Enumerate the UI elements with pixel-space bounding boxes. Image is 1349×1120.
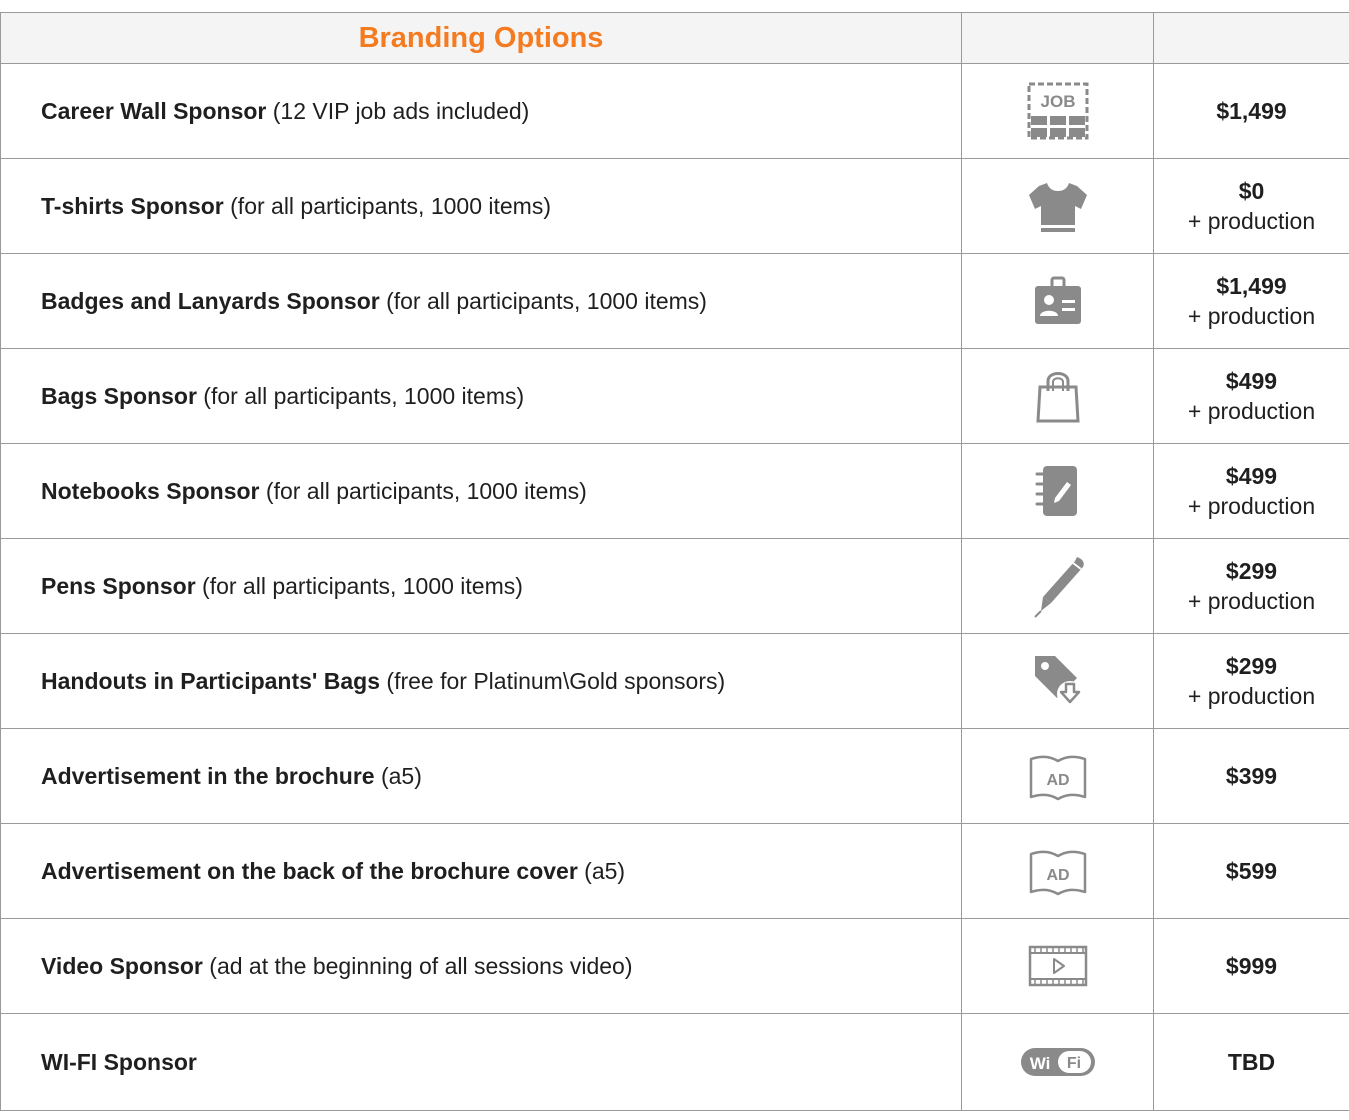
option-price: $499 + production: [1153, 348, 1349, 444]
option-description: Handouts in Participants' Bags (free for…: [0, 633, 962, 729]
option-detail: (a5): [374, 762, 422, 789]
ad-book-icon: AD: [961, 728, 1154, 824]
option-description: Career Wall Sponsor (12 VIP job ads incl…: [0, 63, 962, 159]
option-description: Pens Sponsor (for all participants, 1000…: [0, 538, 962, 634]
option-price: $999: [1153, 918, 1349, 1014]
option-price: $1,499 + production: [1153, 253, 1349, 349]
tag-download-icon: [961, 633, 1154, 729]
option-description: Advertisement on the back of the brochur…: [0, 823, 962, 919]
option-description: Badges and Lanyards Sponsor (for all par…: [0, 253, 962, 349]
bag-icon: [961, 348, 1154, 444]
option-name: Handouts in Participants' Bags: [41, 667, 381, 694]
option-description: Video Sponsor (ad at the beginning of al…: [0, 918, 962, 1014]
price-note: + production: [1187, 398, 1316, 424]
price-amount: $499: [1225, 463, 1278, 489]
price-amount: $1,499: [1216, 273, 1287, 299]
option-name: WI-FI Sponsor: [41, 1048, 197, 1075]
option-name: Career Wall Sponsor: [41, 97, 267, 124]
option-price: $1,499: [1153, 63, 1349, 159]
price-amount: $999: [1225, 953, 1278, 979]
table-header-row: Branding Options: [0, 12, 1349, 64]
price-amount: $0: [1238, 178, 1265, 204]
ad-icon-text: AD: [1046, 772, 1069, 789]
option-name: Advertisement in the brochure: [41, 762, 375, 789]
table-row: Bags Sponsor (for all participants, 1000…: [0, 348, 1349, 444]
table-row: Badges and Lanyards Sponsor (for all par…: [0, 253, 1349, 349]
pen-icon: [961, 538, 1154, 634]
job-board-icon: JOB: [961, 63, 1154, 159]
price-note: + production: [1187, 493, 1316, 519]
option-detail: (for all participants, 1000 items): [196, 382, 525, 409]
t-shirt-icon: [961, 158, 1154, 254]
option-name: Advertisement on the back of the brochur…: [41, 857, 578, 884]
header-price-column: [1153, 12, 1349, 64]
wifi-logo-wi-text: Wi: [1029, 1054, 1050, 1073]
option-detail: (ad at the beginning of all sessions vid…: [202, 952, 633, 979]
header-icon-column: [961, 12, 1154, 64]
ad-book-icon: AD: [961, 823, 1154, 919]
option-description: WI-FI Sponsor: [0, 1013, 962, 1111]
price-amount: $299: [1225, 558, 1278, 584]
wifi-logo-fi-text: Fi: [1066, 1055, 1080, 1072]
table-title: Branding Options: [0, 12, 962, 64]
notebook-icon: [961, 443, 1154, 539]
price-amount: TBD: [1227, 1049, 1276, 1075]
price-note: + production: [1187, 208, 1316, 234]
option-detail: (for all participants, 1000 items): [195, 572, 523, 599]
option-name: Badges and Lanyards Sponsor: [41, 287, 380, 314]
job-icon-text: JOB: [1040, 92, 1075, 111]
option-detail: (free for Platinum\Gold sponsors): [380, 667, 726, 694]
price-amount: $1,499: [1216, 98, 1287, 124]
option-detail: (12 VIP job ads included): [266, 97, 530, 124]
table-row: Advertisement on the back of the brochur…: [0, 823, 1349, 919]
video-film-icon: [961, 918, 1154, 1014]
option-detail: (for all participants, 1000 items): [223, 192, 551, 219]
table-row: Advertisement in the brochure (a5) AD $3…: [0, 728, 1349, 824]
price-note: + production: [1187, 683, 1316, 709]
option-name: Pens Sponsor: [41, 572, 196, 599]
option-description: Advertisement in the brochure (a5): [0, 728, 962, 824]
option-price: $299 + production: [1153, 538, 1349, 634]
option-price: $0 + production: [1153, 158, 1349, 254]
option-detail: (a5): [577, 857, 626, 884]
price-note: + production: [1187, 588, 1316, 614]
price-amount: $299: [1225, 653, 1278, 679]
option-price: TBD: [1153, 1013, 1349, 1111]
option-name: Video Sponsor: [41, 952, 203, 979]
price-note: + production: [1187, 303, 1316, 329]
option-name: Notebooks Sponsor: [41, 477, 260, 504]
ad-icon-text: AD: [1046, 867, 1069, 884]
option-name: T-shirts Sponsor: [41, 192, 224, 219]
price-amount: $399: [1225, 763, 1278, 789]
table-row: Pens Sponsor (for all participants, 1000…: [0, 538, 1349, 634]
option-price: $599: [1153, 823, 1349, 919]
table-row: Career Wall Sponsor (12 VIP job ads incl…: [0, 63, 1349, 159]
table-row: WI-FI Sponsor Wi Fi TBD: [0, 1013, 1349, 1111]
option-detail: (for all participants, 1000 items): [259, 477, 587, 504]
option-price: $499 + production: [1153, 443, 1349, 539]
option-description: Bags Sponsor (for all participants, 1000…: [0, 348, 962, 444]
option-price: $399: [1153, 728, 1349, 824]
option-description: Notebooks Sponsor (for all participants,…: [0, 443, 962, 539]
table-row: Notebooks Sponsor (for all participants,…: [0, 443, 1349, 539]
option-name: Bags Sponsor: [41, 382, 197, 409]
branding-options-table: Branding Options Career Wall Sponsor (12…: [0, 12, 1349, 1111]
table-row: T-shirts Sponsor (for all participants, …: [0, 158, 1349, 254]
price-amount: $599: [1225, 858, 1278, 884]
table-row: Handouts in Participants' Bags (free for…: [0, 633, 1349, 729]
option-price: $299 + production: [1153, 633, 1349, 729]
option-description: T-shirts Sponsor (for all participants, …: [0, 158, 962, 254]
badge-icon: [961, 253, 1154, 349]
price-amount: $499: [1225, 368, 1278, 394]
table-row: Video Sponsor (ad at the beginning of al…: [0, 918, 1349, 1014]
option-detail: (for all participants, 1000 items): [379, 287, 707, 314]
wifi-logo-icon: Wi Fi: [961, 1013, 1154, 1111]
